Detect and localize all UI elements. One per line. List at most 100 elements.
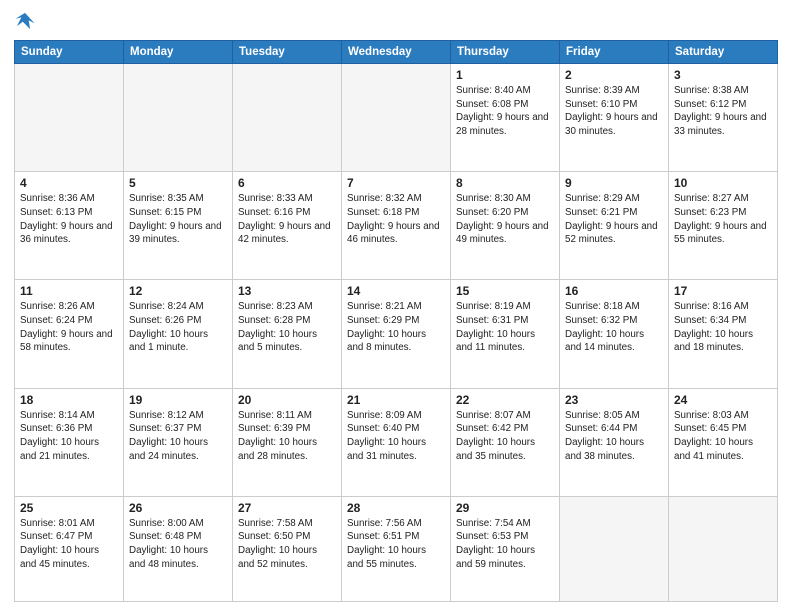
calendar-cell: 10 Sunrise: 8:27 AMSunset: 6:23 PMDaylig…	[669, 172, 778, 280]
cell-info: Sunrise: 8:16 AMSunset: 6:34 PMDaylight:…	[674, 301, 753, 353]
header	[14, 10, 778, 32]
calendar-cell: 25 Sunrise: 8:01 AMSunset: 6:47 PMDaylig…	[15, 496, 124, 601]
cell-info: Sunrise: 7:56 AMSunset: 6:51 PMDaylight:…	[347, 518, 426, 570]
header-wednesday: Wednesday	[342, 41, 451, 64]
cell-date: 2	[565, 68, 663, 82]
calendar-cell: 26 Sunrise: 8:00 AMSunset: 6:48 PMDaylig…	[124, 496, 233, 601]
logo-bird-icon	[14, 10, 36, 32]
header-tuesday: Tuesday	[233, 41, 342, 64]
cell-date: 21	[347, 393, 445, 407]
cell-info: Sunrise: 8:01 AMSunset: 6:47 PMDaylight:…	[20, 518, 99, 570]
calendar-cell: 1 Sunrise: 8:40 AMSunset: 6:08 PMDayligh…	[451, 64, 560, 172]
cell-info: Sunrise: 8:21 AMSunset: 6:29 PMDaylight:…	[347, 301, 426, 353]
header-monday: Monday	[124, 41, 233, 64]
calendar-cell: 8 Sunrise: 8:30 AMSunset: 6:20 PMDayligh…	[451, 172, 560, 280]
cell-info: Sunrise: 8:33 AMSunset: 6:16 PMDaylight:…	[238, 193, 331, 245]
calendar-table: Sunday Monday Tuesday Wednesday Thursday…	[14, 40, 778, 602]
cell-date: 8	[456, 176, 554, 190]
cell-info: Sunrise: 8:36 AMSunset: 6:13 PMDaylight:…	[20, 193, 113, 245]
calendar-cell: 5 Sunrise: 8:35 AMSunset: 6:15 PMDayligh…	[124, 172, 233, 280]
cell-info: Sunrise: 8:12 AMSunset: 6:37 PMDaylight:…	[129, 410, 208, 462]
cell-date: 20	[238, 393, 336, 407]
cell-date: 23	[565, 393, 663, 407]
calendar-cell: 2 Sunrise: 8:39 AMSunset: 6:10 PMDayligh…	[560, 64, 669, 172]
cell-info: Sunrise: 8:00 AMSunset: 6:48 PMDaylight:…	[129, 518, 208, 570]
calendar-cell: 9 Sunrise: 8:29 AMSunset: 6:21 PMDayligh…	[560, 172, 669, 280]
calendar-cell	[15, 64, 124, 172]
calendar-cell: 17 Sunrise: 8:16 AMSunset: 6:34 PMDaylig…	[669, 280, 778, 388]
calendar-cell	[342, 64, 451, 172]
cell-date: 1	[456, 68, 554, 82]
cell-info: Sunrise: 8:05 AMSunset: 6:44 PMDaylight:…	[565, 410, 644, 462]
cell-info: Sunrise: 7:58 AMSunset: 6:50 PMDaylight:…	[238, 518, 317, 570]
calendar-cell	[560, 496, 669, 601]
calendar-cell: 28 Sunrise: 7:56 AMSunset: 6:51 PMDaylig…	[342, 496, 451, 601]
cell-date: 9	[565, 176, 663, 190]
cell-date: 26	[129, 501, 227, 515]
cell-info: Sunrise: 8:40 AMSunset: 6:08 PMDaylight:…	[456, 85, 549, 137]
cell-info: Sunrise: 8:29 AMSunset: 6:21 PMDaylight:…	[565, 193, 658, 245]
calendar-cell: 6 Sunrise: 8:33 AMSunset: 6:16 PMDayligh…	[233, 172, 342, 280]
calendar-header-row: Sunday Monday Tuesday Wednesday Thursday…	[15, 41, 778, 64]
cell-date: 16	[565, 284, 663, 298]
cell-info: Sunrise: 8:32 AMSunset: 6:18 PMDaylight:…	[347, 193, 440, 245]
calendar-cell: 22 Sunrise: 8:07 AMSunset: 6:42 PMDaylig…	[451, 388, 560, 496]
cell-info: Sunrise: 8:27 AMSunset: 6:23 PMDaylight:…	[674, 193, 767, 245]
cell-date: 22	[456, 393, 554, 407]
cell-info: Sunrise: 8:23 AMSunset: 6:28 PMDaylight:…	[238, 301, 317, 353]
calendar-cell	[233, 64, 342, 172]
cell-date: 6	[238, 176, 336, 190]
cell-date: 7	[347, 176, 445, 190]
cell-date: 28	[347, 501, 445, 515]
calendar-cell: 20 Sunrise: 8:11 AMSunset: 6:39 PMDaylig…	[233, 388, 342, 496]
cell-date: 24	[674, 393, 772, 407]
cell-date: 4	[20, 176, 118, 190]
calendar-cell: 12 Sunrise: 8:24 AMSunset: 6:26 PMDaylig…	[124, 280, 233, 388]
calendar-cell: 16 Sunrise: 8:18 AMSunset: 6:32 PMDaylig…	[560, 280, 669, 388]
header-thursday: Thursday	[451, 41, 560, 64]
cell-date: 12	[129, 284, 227, 298]
cell-info: Sunrise: 8:03 AMSunset: 6:45 PMDaylight:…	[674, 410, 753, 462]
cell-date: 19	[129, 393, 227, 407]
calendar-cell: 7 Sunrise: 8:32 AMSunset: 6:18 PMDayligh…	[342, 172, 451, 280]
cell-date: 18	[20, 393, 118, 407]
cell-info: Sunrise: 8:18 AMSunset: 6:32 PMDaylight:…	[565, 301, 644, 353]
cell-info: Sunrise: 8:19 AMSunset: 6:31 PMDaylight:…	[456, 301, 535, 353]
calendar-cell: 24 Sunrise: 8:03 AMSunset: 6:45 PMDaylig…	[669, 388, 778, 496]
cell-info: Sunrise: 8:38 AMSunset: 6:12 PMDaylight:…	[674, 85, 767, 137]
cell-info: Sunrise: 8:24 AMSunset: 6:26 PMDaylight:…	[129, 301, 208, 353]
cell-date: 29	[456, 501, 554, 515]
calendar-cell: 3 Sunrise: 8:38 AMSunset: 6:12 PMDayligh…	[669, 64, 778, 172]
calendar-cell	[669, 496, 778, 601]
logo	[14, 10, 40, 32]
cell-info: Sunrise: 8:09 AMSunset: 6:40 PMDaylight:…	[347, 410, 426, 462]
header-sunday: Sunday	[15, 41, 124, 64]
cell-date: 3	[674, 68, 772, 82]
cell-info: Sunrise: 8:39 AMSunset: 6:10 PMDaylight:…	[565, 85, 658, 137]
cell-date: 25	[20, 501, 118, 515]
calendar-cell: 14 Sunrise: 8:21 AMSunset: 6:29 PMDaylig…	[342, 280, 451, 388]
calendar-cell: 15 Sunrise: 8:19 AMSunset: 6:31 PMDaylig…	[451, 280, 560, 388]
calendar-cell: 13 Sunrise: 8:23 AMSunset: 6:28 PMDaylig…	[233, 280, 342, 388]
cell-date: 17	[674, 284, 772, 298]
cell-info: Sunrise: 8:07 AMSunset: 6:42 PMDaylight:…	[456, 410, 535, 462]
cell-date: 15	[456, 284, 554, 298]
cell-date: 10	[674, 176, 772, 190]
calendar-cell	[124, 64, 233, 172]
cell-date: 14	[347, 284, 445, 298]
cell-date: 27	[238, 501, 336, 515]
calendar-cell: 29 Sunrise: 7:54 AMSunset: 6:53 PMDaylig…	[451, 496, 560, 601]
calendar-cell: 19 Sunrise: 8:12 AMSunset: 6:37 PMDaylig…	[124, 388, 233, 496]
calendar-cell: 18 Sunrise: 8:14 AMSunset: 6:36 PMDaylig…	[15, 388, 124, 496]
cell-info: Sunrise: 8:26 AMSunset: 6:24 PMDaylight:…	[20, 301, 113, 353]
cell-info: Sunrise: 8:11 AMSunset: 6:39 PMDaylight:…	[238, 410, 317, 462]
cell-date: 11	[20, 284, 118, 298]
cell-info: Sunrise: 8:35 AMSunset: 6:15 PMDaylight:…	[129, 193, 222, 245]
calendar-cell: 4 Sunrise: 8:36 AMSunset: 6:13 PMDayligh…	[15, 172, 124, 280]
calendar-cell: 11 Sunrise: 8:26 AMSunset: 6:24 PMDaylig…	[15, 280, 124, 388]
cell-info: Sunrise: 8:14 AMSunset: 6:36 PMDaylight:…	[20, 410, 99, 462]
cell-info: Sunrise: 8:30 AMSunset: 6:20 PMDaylight:…	[456, 193, 549, 245]
header-saturday: Saturday	[669, 41, 778, 64]
calendar-cell: 21 Sunrise: 8:09 AMSunset: 6:40 PMDaylig…	[342, 388, 451, 496]
cell-date: 13	[238, 284, 336, 298]
